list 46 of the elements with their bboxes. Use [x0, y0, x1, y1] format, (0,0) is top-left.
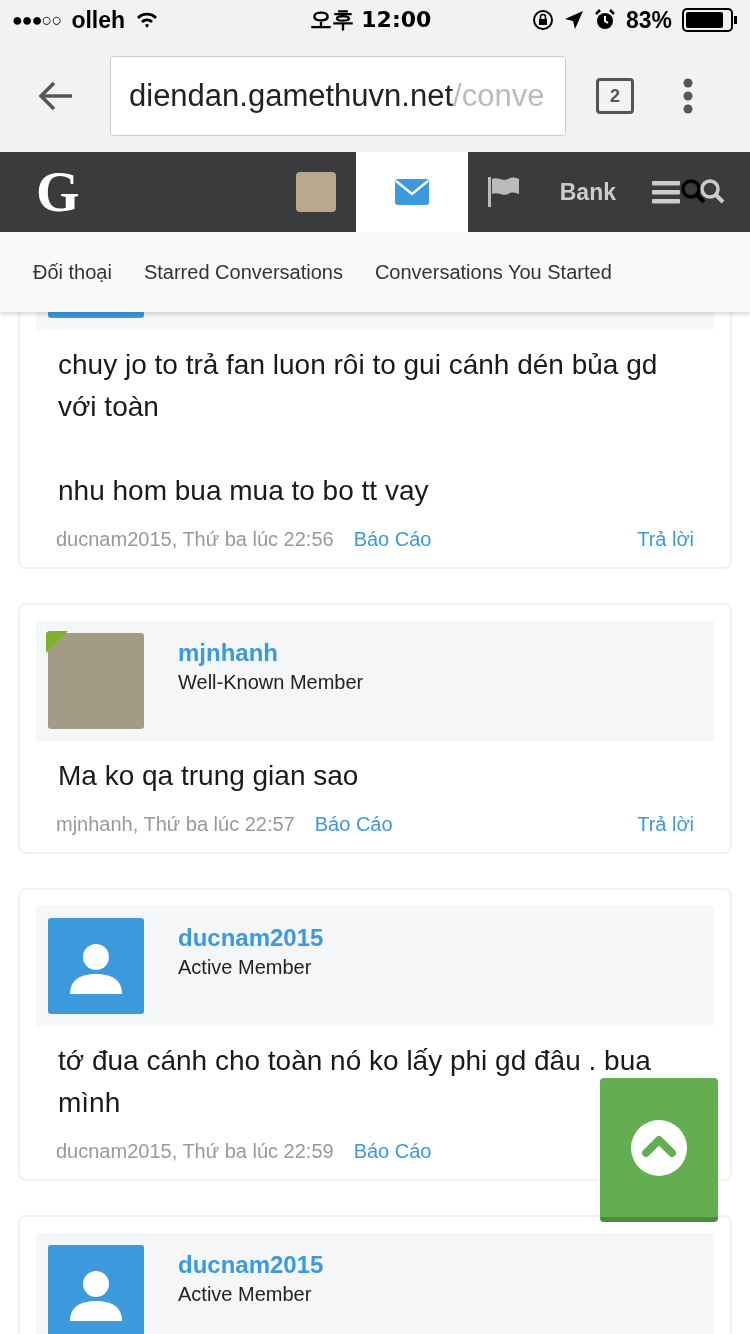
report-link[interactable]: Báo Cáo	[353, 1140, 432, 1163]
post-meta: ducnam2015, Thứ ba lúc 22:59	[56, 1140, 334, 1163]
report-link[interactable]: Báo Cáo	[353, 528, 432, 551]
report-link[interactable]: Báo Cáo	[314, 813, 393, 836]
chevron-up-circle-icon	[631, 1119, 687, 1176]
user-silhouette-icon	[70, 1269, 122, 1321]
post-meta: mjnhanh, Thứ ba lúc 22:57	[56, 813, 295, 836]
conversation-filter-link[interactable]: Starred Conversations	[143, 260, 343, 284]
member-title: Active Member	[178, 956, 313, 979]
default-avatar[interactable]	[48, 918, 144, 1014]
back-arrow-icon[interactable]	[38, 80, 74, 112]
message-text: chuy jo to trả fan luon rôi to gui cánh dén bủa gd với toàn	[58, 348, 659, 424]
url-field[interactable]: diendan.gamethuvn.net/conve	[110, 56, 566, 136]
mail-tab[interactable]	[355, 152, 468, 232]
scroll-to-top-button[interactable]	[600, 1078, 718, 1222]
signal-strength: ●●●○○	[12, 9, 62, 31]
author-name[interactable]: ducnam2015	[178, 924, 324, 952]
message-text: Ma ko qa trung gian sao	[58, 759, 360, 793]
member-title: Well-Known Member	[178, 671, 364, 694]
flag-icon	[487, 177, 520, 207]
author-name[interactable]: ducnam2015	[178, 1251, 324, 1279]
rotation-lock-icon	[531, 9, 554, 31]
conversation-filter-link[interactable]: Conversations You Started	[374, 260, 612, 284]
conversation-filter-link[interactable]: Đối thoại	[33, 260, 112, 284]
post-meta: ducnam2015, Thứ ba lúc 22:56	[56, 528, 334, 551]
reply-link[interactable]: Trả lời	[637, 528, 694, 551]
member-title: Active Member	[178, 1283, 313, 1306]
author-name[interactable]: mjnhanh	[178, 639, 364, 667]
default-avatar[interactable]	[48, 1245, 144, 1334]
battery-percent: 83%	[625, 6, 672, 34]
user-silhouette-icon	[70, 942, 122, 994]
location-arrow-icon	[563, 10, 584, 30]
tab-count-button[interactable]: 2	[596, 78, 634, 114]
wifi-icon	[135, 11, 160, 29]
alarm-clock-icon	[593, 9, 616, 31]
site-logo[interactable]: G	[36, 160, 80, 224]
message-text: tớ đua cánh cho toàn nó ko lấy phi gd đâu . bua mình	[58, 1044, 652, 1120]
reply-link[interactable]: Trả lời	[637, 813, 694, 836]
menu-icon[interactable]	[652, 180, 680, 204]
message-text: nhu hom bua mua to bo tt vay	[58, 474, 430, 508]
battery-icon	[682, 8, 738, 32]
envelope-icon	[394, 179, 429, 205]
more-options-icon[interactable]	[682, 78, 694, 114]
clock-time: 오후 12:00	[309, 6, 432, 34]
carrier-name: olleh	[71, 6, 126, 34]
bank-link[interactable]: Bank	[539, 152, 636, 232]
